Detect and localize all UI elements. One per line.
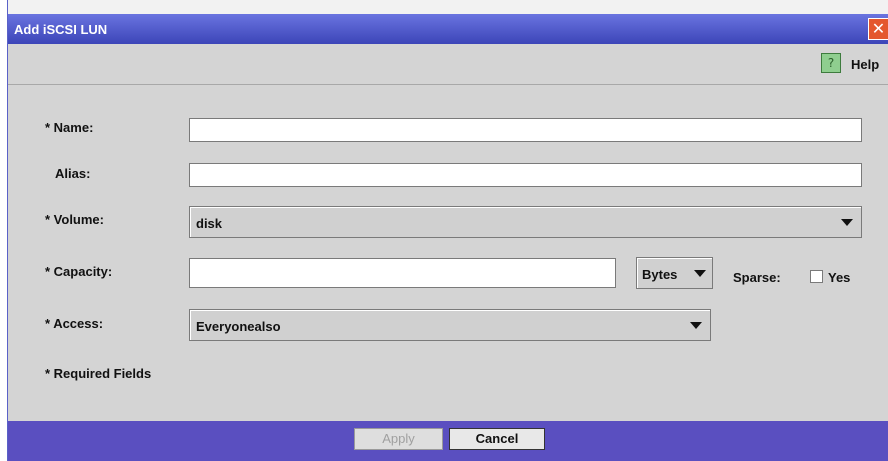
toolbar: ? Help bbox=[8, 44, 888, 85]
capacity-input[interactable] bbox=[189, 258, 616, 288]
sparse-yes-label[interactable]: Yes bbox=[828, 270, 850, 285]
help-icon[interactable]: ? bbox=[821, 53, 841, 73]
top-strip bbox=[8, 0, 888, 14]
chevron-down-icon bbox=[694, 270, 706, 277]
volume-selected-value: disk bbox=[196, 216, 223, 231]
add-iscsi-lun-dialog: Add iSCSI LUN ✕ ? Help * Name: Alias: * … bbox=[7, 0, 888, 461]
volume-select[interactable]: disk bbox=[189, 206, 862, 238]
access-label: * Access: bbox=[45, 316, 104, 331]
volume-label: * Volume: bbox=[45, 212, 104, 227]
button-bar bbox=[8, 421, 888, 461]
apply-button[interactable]: Apply bbox=[354, 428, 443, 450]
chevron-down-icon bbox=[690, 322, 702, 329]
chevron-down-icon bbox=[841, 219, 853, 226]
alias-label: Alias: bbox=[55, 166, 91, 181]
alias-input[interactable] bbox=[189, 163, 862, 187]
dialog-title: Add iSCSI LUN bbox=[14, 22, 108, 37]
sparse-checkbox[interactable] bbox=[810, 270, 823, 283]
close-icon[interactable]: ✕ bbox=[868, 18, 888, 40]
capacity-unit-select[interactable]: Bytes bbox=[636, 257, 713, 289]
capacity-label: * Capacity: bbox=[45, 264, 113, 279]
name-label: * Name: bbox=[45, 120, 94, 135]
access-select[interactable]: Everyonealso bbox=[189, 309, 711, 341]
name-input[interactable] bbox=[189, 118, 862, 142]
required-fields-note: * Required Fields bbox=[45, 366, 152, 381]
access-selected-value: Everyonealso bbox=[196, 319, 281, 334]
capacity-unit-value: Bytes bbox=[642, 267, 678, 282]
cancel-button[interactable]: Cancel bbox=[449, 428, 545, 450]
sparse-label: Sparse: bbox=[733, 270, 781, 285]
title-bar[interactable]: Add iSCSI LUN ✕ bbox=[8, 14, 888, 44]
help-link[interactable]: Help bbox=[851, 57, 879, 72]
